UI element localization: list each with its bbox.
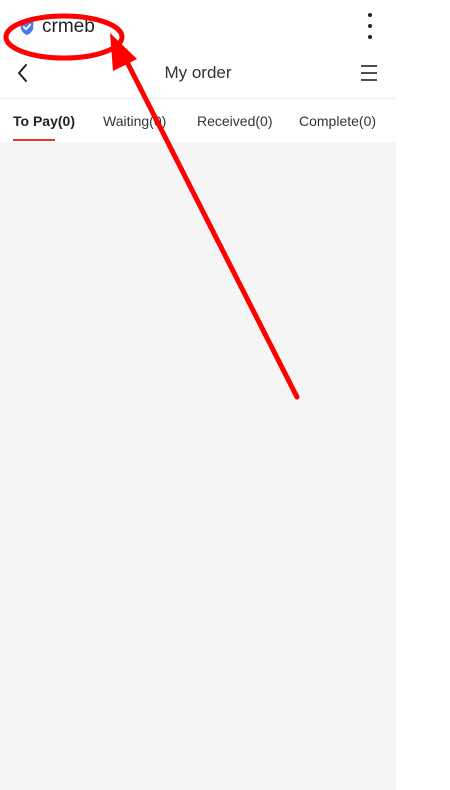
tab-to-pay[interactable]: To Pay(0)	[13, 113, 75, 129]
verified-check-icon	[20, 18, 34, 36]
hamburger-menu-icon[interactable]	[360, 64, 378, 82]
app-capsule-bar: crmeb	[0, 0, 396, 50]
active-tab-indicator	[13, 139, 55, 141]
tab-waiting[interactable]: Waiting(0)	[103, 113, 166, 129]
order-status-tabs: To Pay(0) Waiting(0) Received(0) Complet…	[0, 99, 396, 142]
tab-received[interactable]: Received(0)	[197, 113, 272, 129]
tab-complete[interactable]: Complete(0)	[299, 113, 376, 129]
page-title: My order	[164, 63, 232, 82]
more-vertical-icon[interactable]	[360, 13, 380, 39]
app-name: crmeb	[42, 16, 95, 37]
nav-header: My order	[0, 50, 396, 99]
screen: crmeb My order To Pay(0) Waiting(0) Rece…	[0, 0, 450, 790]
app-brand[interactable]: crmeb	[18, 15, 95, 39]
order-list-area	[0, 142, 396, 790]
